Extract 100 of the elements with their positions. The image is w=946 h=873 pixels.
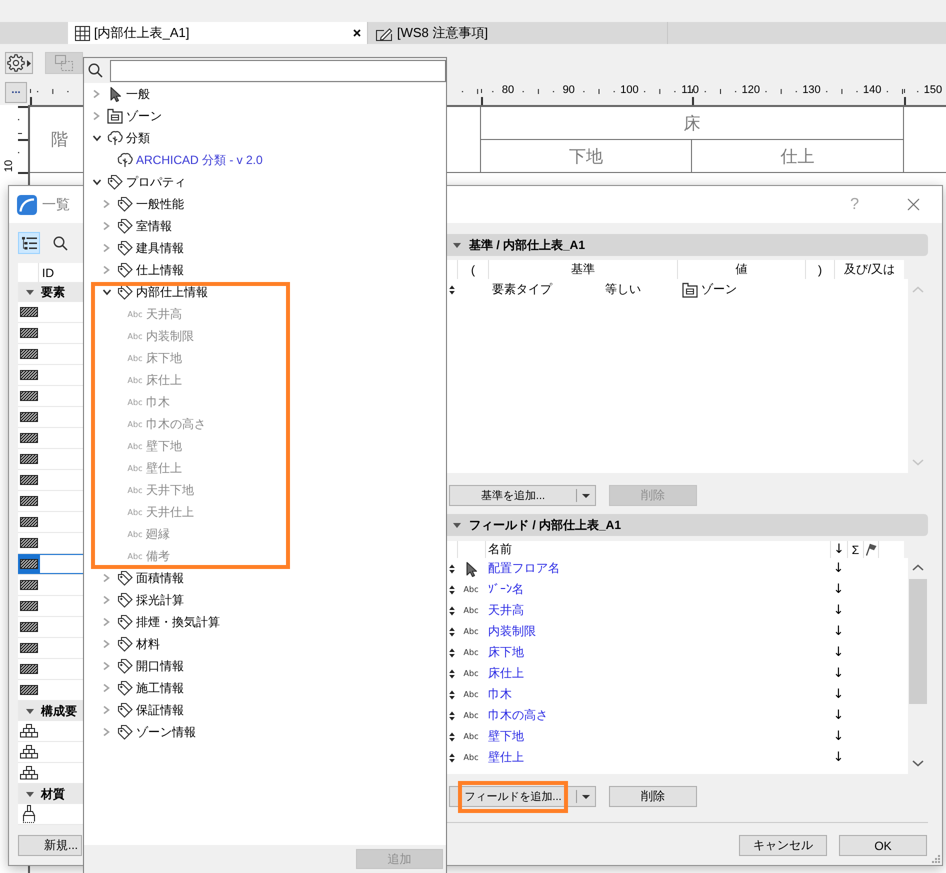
sort-handle-icon[interactable] (449, 752, 455, 762)
section-header[interactable]: フィールド / 内部仕上表_A1 (447, 514, 928, 536)
list-row[interactable] (18, 428, 83, 449)
tree-item[interactable]: 一般 (126, 86, 150, 102)
list-row[interactable] (18, 344, 83, 365)
list-row[interactable] (18, 449, 83, 470)
group-header[interactable]: 材質 (18, 784, 83, 804)
list-row[interactable] (18, 680, 83, 701)
sort-handle-icon[interactable] (449, 606, 455, 616)
new-button[interactable]: 新規... (18, 835, 82, 856)
field-name[interactable]: 壁仕上 (488, 750, 524, 764)
dropdown-button[interactable] (576, 485, 596, 506)
field-name[interactable]: 床下地 (488, 645, 524, 659)
list-row[interactable] (18, 742, 83, 763)
tree-item[interactable]: 室情報 (136, 218, 172, 234)
add-button[interactable]: 基準を追加... (449, 485, 576, 506)
chevron-up-icon[interactable] (912, 564, 924, 571)
tree-item[interactable]: ゾーン情報 (136, 724, 196, 740)
tree-item[interactable]: 施工情報 (136, 680, 184, 696)
dropdown-button[interactable] (576, 786, 596, 807)
sort-handle-icon[interactable] (449, 648, 455, 658)
field-name[interactable]: 内装制限 (488, 624, 536, 638)
gear-icon (7, 54, 25, 72)
field-name[interactable]: 床仕上 (488, 666, 524, 680)
tags-icon (117, 614, 133, 630)
group-label: 要素 (41, 284, 65, 300)
list-row[interactable] (18, 575, 83, 596)
add-button[interactable]: フィールドを追加... (449, 786, 576, 807)
tab[interactable]: [WS8 注意事項] (368, 22, 668, 44)
tree-item[interactable]: プロパティ (126, 174, 186, 190)
section-header[interactable]: 基準 / 内部仕上表_A1 (447, 234, 928, 256)
tab[interactable]: [内部仕上表_A1] (68, 22, 368, 44)
field-name[interactable]: 配置フロア名 (488, 561, 560, 575)
sort-handle-icon[interactable] (449, 626, 455, 636)
list-row[interactable] (18, 617, 83, 638)
list-row[interactable] (18, 721, 83, 742)
chevron-down-icon[interactable] (92, 134, 102, 142)
list-row[interactable] (18, 763, 83, 784)
list-row[interactable] (18, 596, 83, 617)
disclosure-triangle-icon[interactable] (453, 522, 461, 528)
sort-handle-icon[interactable] (449, 668, 455, 678)
tree-item[interactable]: 開口情報 (136, 658, 184, 674)
search-field[interactable] (110, 60, 446, 82)
list-row[interactable] (18, 512, 83, 533)
list-row[interactable] (18, 407, 83, 428)
close-icon[interactable] (353, 29, 361, 37)
disclosure-triangle-icon[interactable] (26, 708, 34, 714)
chevron-down-icon[interactable] (912, 760, 924, 767)
group-header[interactable]: 要素 (18, 282, 83, 302)
tree-item[interactable]: 一般性能 (136, 196, 184, 212)
sort-handle-icon[interactable] (449, 710, 455, 720)
list-row[interactable] (18, 302, 83, 323)
tree-item[interactable]: ARCHICAD 分類 - v 2.0 (136, 152, 263, 168)
tree-item[interactable]: 分類 (126, 130, 150, 146)
disclosure-triangle-icon[interactable] (453, 242, 461, 248)
cancel-button[interactable]: キャンセル (739, 835, 827, 856)
field-name[interactable]: 巾木 (488, 687, 512, 701)
field-name[interactable]: 天井高 (488, 603, 524, 617)
disclosure-triangle-icon[interactable] (26, 792, 34, 796)
tree-item[interactable]: 面積情報 (136, 570, 184, 586)
ok-button[interactable]: OK (839, 835, 927, 856)
more-button[interactable]: ... (5, 82, 27, 103)
chevron-down-icon[interactable] (102, 288, 112, 296)
tree-item[interactable]: 排煙・換気計算 (136, 614, 220, 630)
tree-item[interactable]: 採光計算 (136, 592, 184, 608)
sort-handle-icon[interactable] (449, 564, 455, 574)
tree-item[interactable]: 材料 (136, 636, 160, 652)
sort-handle-icon[interactable] (449, 584, 455, 594)
settings-button[interactable] (5, 52, 33, 74)
tree-item[interactable]: 仕上情報 (136, 262, 184, 278)
sort-handle-icon[interactable] (449, 732, 455, 742)
property-type-label: Abc (464, 711, 478, 720)
sort-handle-icon[interactable] (449, 690, 455, 700)
sort-handle-icon[interactable] (449, 284, 455, 294)
list-row[interactable] (18, 365, 83, 386)
list-row[interactable] (18, 491, 83, 512)
tags-icon (117, 636, 133, 652)
delete-button[interactable]: 削除 (609, 786, 697, 807)
field-name[interactable]: 壁下地 (488, 729, 524, 743)
tree-item[interactable]: ゾーン (126, 108, 162, 124)
list-row[interactable] (18, 659, 83, 680)
field-name[interactable]: 巾木の高さ (488, 708, 548, 722)
list-view-button[interactable] (18, 232, 40, 254)
list-row[interactable] (18, 386, 83, 407)
list-row[interactable] (18, 470, 83, 491)
resize-grip-icon[interactable] (931, 854, 940, 863)
list-row[interactable] (18, 638, 83, 659)
table-icon (75, 26, 90, 40)
list-row[interactable] (18, 554, 83, 575)
tree-item[interactable]: 建具情報 (136, 240, 184, 256)
disclosure-triangle-icon[interactable] (26, 290, 34, 294)
tree-item[interactable]: 保証情報 (136, 702, 184, 718)
group-header[interactable]: 構成要 (18, 701, 83, 721)
field-name[interactable]: ｿﾞｰﾝ名 (488, 582, 524, 596)
tree-item[interactable]: 内部仕上情報 (136, 284, 208, 300)
scrollbar-thumb[interactable] (909, 579, 927, 704)
chevron-down-icon[interactable] (92, 178, 102, 186)
list-row[interactable] (18, 323, 83, 344)
list-row[interactable] (18, 804, 83, 825)
list-row[interactable] (18, 533, 83, 554)
